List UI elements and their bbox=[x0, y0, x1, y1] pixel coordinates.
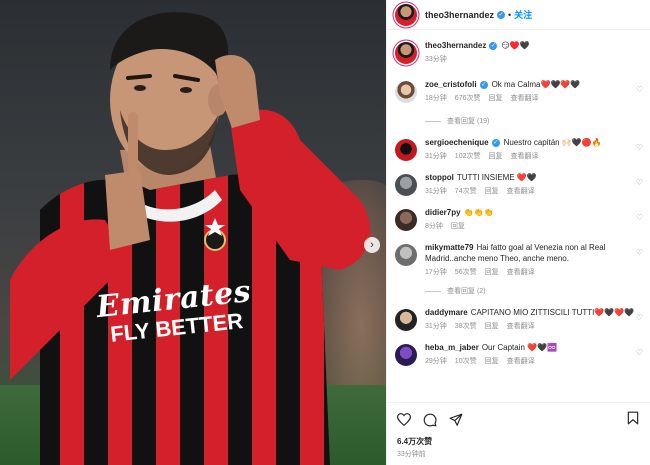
heart-icon[interactable]: ♡ bbox=[636, 178, 643, 187]
divider bbox=[425, 290, 441, 292]
heart-icon[interactable]: ♡ bbox=[636, 348, 643, 357]
comment-item: heba_m_jaber Our Captain ❤️🖤♾️ 29分钟 10次赞 … bbox=[395, 342, 650, 366]
comment-likes[interactable]: 676次赞 bbox=[455, 93, 481, 103]
avatar[interactable] bbox=[395, 81, 417, 103]
heart-icon[interactable]: ♡ bbox=[636, 313, 643, 322]
comment-username[interactable]: didier7py bbox=[425, 208, 461, 217]
heart-icon[interactable] bbox=[397, 413, 411, 426]
reply-button[interactable]: 回复 bbox=[485, 321, 499, 331]
comment-text: Our Captain ❤️🖤♾️ bbox=[481, 343, 558, 352]
comment-item: stoppol TUTTI INSIEME ❤️🖤 31分钟 74次赞 回复 查看… bbox=[395, 172, 650, 196]
comment-icon[interactable] bbox=[423, 413, 437, 427]
avatar[interactable] bbox=[395, 209, 417, 231]
post-media[interactable]: Emirates FLY BETTER › bbox=[0, 0, 386, 465]
verified-icon: ✓ bbox=[497, 10, 506, 19]
comment-username[interactable]: stoppol bbox=[425, 173, 454, 182]
view-replies-label[interactable]: 查看回复 (19) bbox=[447, 116, 489, 126]
avatar[interactable] bbox=[395, 139, 417, 161]
comment-item: sergioechenique ✓ Nuestro capitán 🙌🏻🖤🔴🔥 31… bbox=[395, 137, 650, 161]
translate-button[interactable]: 查看翻译 bbox=[507, 186, 535, 196]
comment-text: 👏👏👏 bbox=[463, 208, 494, 217]
comment-item: didier7py 👏👏👏 8分钟 回复 ♡ bbox=[395, 207, 650, 231]
comment-text: Nuestro capitán 🙌🏻🖤🔴🔥 bbox=[503, 138, 602, 147]
comment-time: 8分钟 bbox=[425, 223, 443, 230]
translate-button[interactable]: 查看翻译 bbox=[510, 151, 538, 161]
comment-username[interactable]: heba_m_jaber bbox=[425, 343, 479, 352]
reply-button[interactable]: 回复 bbox=[451, 221, 465, 231]
comment-text: CAPITANO MIO ZITTISCILI TUTTI❤️🖤❤️🖤 bbox=[470, 308, 635, 317]
verified-icon: ✓ bbox=[479, 80, 488, 89]
reply-button[interactable]: 回复 bbox=[488, 151, 502, 161]
comment-likes[interactable]: 74次赞 bbox=[455, 186, 477, 196]
next-media-button[interactable]: › bbox=[364, 237, 380, 253]
comment-text: Ok ma Calma❤️🖤❤️🖤 bbox=[491, 80, 581, 89]
comment-likes[interactable]: 10次赞 bbox=[455, 356, 477, 366]
caption-time: 33分钟 bbox=[425, 56, 447, 63]
divider bbox=[425, 120, 441, 122]
comment-likes[interactable]: 102次赞 bbox=[455, 151, 481, 161]
comment-time: 31分钟 bbox=[425, 188, 447, 195]
post-panel: theo3hernandez ✓ • 关注 theo3hernandez ✓ 😏♥️… bbox=[386, 0, 650, 465]
verified-icon: ✓ bbox=[491, 138, 500, 147]
caption-text: 😏♥️🖤 bbox=[501, 41, 530, 50]
comment-time: 17分钟 bbox=[425, 269, 447, 276]
comment-time: 29分钟 bbox=[425, 358, 447, 365]
author-username[interactable]: theo3hernandez bbox=[425, 10, 494, 20]
reply-button[interactable]: 回复 bbox=[488, 93, 502, 103]
comment-time: 31分钟 bbox=[425, 323, 447, 330]
comments-list[interactable]: theo3hernandez ✓ 😏♥️🖤 33分钟 zoe_cristofoli ✓… bbox=[387, 30, 650, 400]
dot-separator: • bbox=[508, 9, 512, 20]
follow-button[interactable]: 关注 bbox=[514, 8, 532, 21]
comment-item: daddymare CAPITANO MIO ZITTISCILI TUTTI❤️… bbox=[395, 307, 650, 331]
translate-button[interactable]: 查看翻译 bbox=[507, 321, 535, 331]
share-icon[interactable] bbox=[449, 413, 463, 427]
avatar[interactable] bbox=[395, 309, 417, 331]
comment-text: TUTTI INSIEME ❤️🖤 bbox=[456, 173, 537, 182]
comment-time: 31分钟 bbox=[425, 153, 447, 160]
post-header: theo3hernandez ✓ • 关注 bbox=[387, 0, 650, 30]
comment-time: 18分钟 bbox=[425, 95, 447, 102]
reply-button[interactable]: 回复 bbox=[485, 267, 499, 277]
translate-button[interactable]: 查看翻译 bbox=[510, 93, 538, 103]
post-timestamp: 33分钟前 bbox=[397, 451, 426, 458]
avatar[interactable] bbox=[395, 244, 417, 266]
heart-icon[interactable]: ♡ bbox=[636, 143, 643, 152]
avatar[interactable] bbox=[395, 3, 417, 26]
view-replies-button[interactable]: 查看回复 (19) bbox=[425, 116, 650, 126]
reply-button[interactable]: 回复 bbox=[485, 186, 499, 196]
comment-likes[interactable]: 56次赞 bbox=[455, 267, 477, 277]
translate-button[interactable]: 查看翻译 bbox=[507, 267, 535, 277]
verified-icon: ✓ bbox=[489, 41, 498, 50]
comment-likes[interactable]: 38次赞 bbox=[455, 321, 477, 331]
comment-username[interactable]: zoe_cristofoli bbox=[425, 80, 477, 89]
comment-username[interactable]: sergioechenique bbox=[425, 138, 489, 147]
reply-button[interactable]: 回复 bbox=[485, 356, 499, 366]
avatar[interactable] bbox=[395, 174, 417, 196]
bookmark-icon[interactable] bbox=[627, 411, 639, 430]
player-photo bbox=[10, 12, 371, 465]
view-replies-button[interactable]: 查看回复 (2) bbox=[425, 286, 650, 296]
view-replies-label[interactable]: 查看回复 (2) bbox=[447, 286, 486, 296]
avatar[interactable] bbox=[395, 42, 417, 64]
action-bar bbox=[387, 402, 650, 436]
avatar[interactable] bbox=[395, 344, 417, 366]
translate-button[interactable]: 查看翻译 bbox=[507, 356, 535, 366]
like-count[interactable]: 6.4万次赞 bbox=[397, 436, 432, 447]
chevron-right-icon: › bbox=[370, 239, 374, 251]
heart-icon[interactable]: ♡ bbox=[636, 85, 643, 94]
comment-item: mikymatte79 Hai fatto goal al Venezia non… bbox=[395, 242, 650, 277]
caption: theo3hernandez ✓ 😏♥️🖤 33分钟 bbox=[395, 40, 650, 64]
heart-icon[interactable]: ♡ bbox=[636, 213, 643, 222]
caption-username[interactable]: theo3hernandez bbox=[425, 41, 486, 50]
comment-username[interactable]: daddymare bbox=[425, 308, 468, 317]
heart-icon[interactable]: ♡ bbox=[636, 248, 643, 257]
comment-username[interactable]: mikymatte79 bbox=[425, 243, 473, 252]
comment-item: zoe_cristofoli ✓ Ok ma Calma❤️🖤❤️🖤 18分钟 67… bbox=[395, 79, 650, 103]
